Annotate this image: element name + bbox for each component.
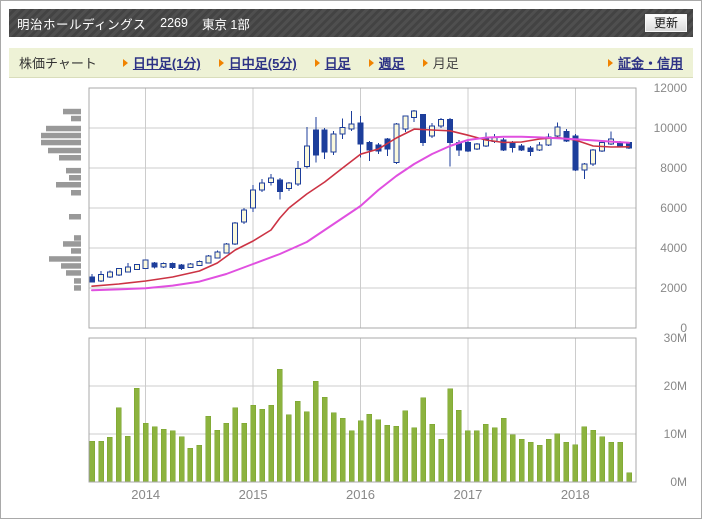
stock-chart-page: 明治ホールディングス 2269 東京 1部 更新 株価チャート 日中足(1分) 日… [0,0,702,519]
tab-weekly[interactable]: 週足 [368,53,405,72]
stock-code: 2269 [160,16,188,30]
svg-text:2000: 2000 [660,281,687,295]
svg-text:12000: 12000 [654,81,688,95]
stock-market: 東京 1部 [201,17,250,32]
svg-text:2016: 2016 [346,487,375,502]
svg-text:6000: 6000 [660,201,687,215]
chart-tabbar: 株価チャート 日中足(1分) 日中足(5分) 日足 週足 月足 証金・信用 [9,48,693,78]
tab-monthly-label: 月足 [432,56,459,71]
svg-text:10000: 10000 [654,121,688,135]
svg-text:2017: 2017 [453,487,482,502]
svg-text:0M: 0M [670,475,687,489]
price-volume-chart: 12000100008000600040002000030M20M10M0M20… [41,81,688,502]
arrow-icon [314,58,320,67]
arrow-icon [607,58,613,67]
svg-text:10M: 10M [664,427,687,441]
tab-daily[interactable]: 日足 [314,53,351,72]
stock-name: 明治ホールディングス [17,17,147,32]
tab-daily-label[interactable]: 日足 [325,53,351,72]
period-tabs: 日中足(1分) 日中足(5分) 日足 週足 月足 [122,53,459,72]
arrow-icon [218,58,224,67]
arrow-icon [368,58,374,67]
svg-text:20M: 20M [664,379,687,393]
tab-monthly: 月足 [422,53,459,72]
tabbar-label: 株価チャート [19,56,97,71]
svg-text:2015: 2015 [239,487,268,502]
titlebar: 明治ホールディングス 2269 東京 1部 更新 [9,9,693,37]
svg-text:2014: 2014 [131,487,160,502]
arrow-icon [122,58,128,67]
tab-weekly-label[interactable]: 週足 [379,53,405,72]
tab-intraday-1min-label[interactable]: 日中足(1分) [133,53,201,72]
tab-intraday-1min[interactable]: 日中足(1分) [122,53,201,72]
margin-credit-wrap: 証金・信用 [607,53,683,72]
svg-text:2018: 2018 [561,487,590,502]
arrow-icon [422,58,428,67]
tab-intraday-5min[interactable]: 日中足(5分) [218,53,297,72]
margin-credit-link[interactable]: 証金・信用 [618,53,683,72]
refresh-button[interactable]: 更新 [643,12,688,34]
chart-region: 12000 10000 8000 6000 4000 2000 0 30M 20M 10M 0M 20… [1,78,701,518]
tab-intraday-5min-label[interactable]: 日中足(5分) [229,53,297,72]
svg-text:4000: 4000 [660,241,687,255]
svg-text:8000: 8000 [660,161,687,175]
svg-text:30M: 30M [664,331,687,345]
